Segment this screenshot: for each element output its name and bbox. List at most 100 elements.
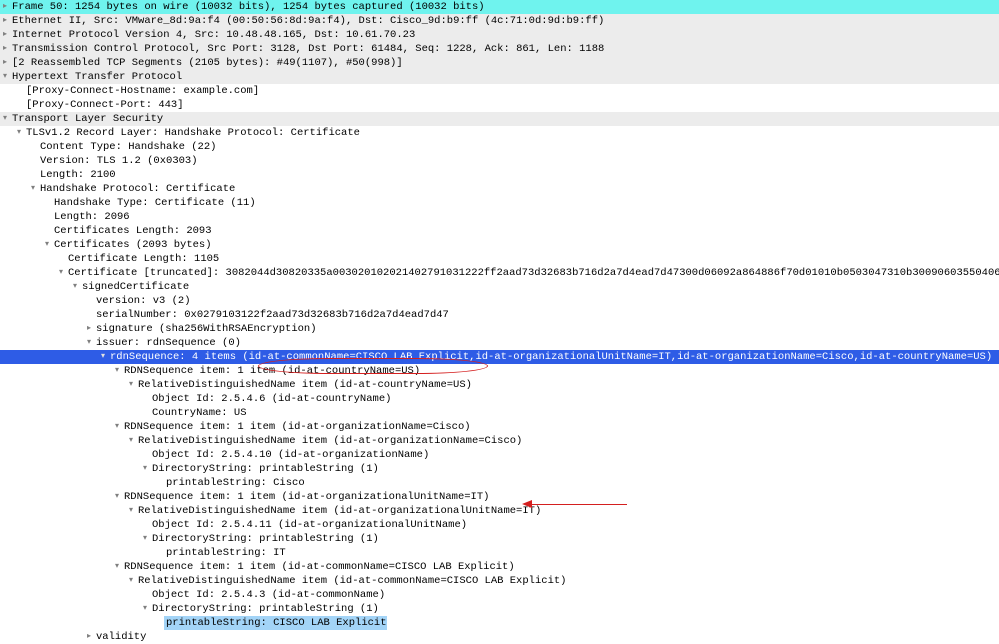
expand-icon[interactable] bbox=[0, 56, 10, 70]
collapse-icon[interactable] bbox=[126, 378, 136, 392]
rdn-item-row[interactable]: RDNSequence item: 1 item (id-at-organiza… bbox=[0, 420, 999, 434]
collapse-icon[interactable] bbox=[0, 70, 10, 84]
printable-string-row[interactable]: printableString: IT bbox=[0, 546, 999, 560]
ip-row[interactable]: Internet Protocol Version 4, Src: 10.48.… bbox=[0, 28, 999, 42]
directory-string-row[interactable]: DirectoryString: printableString (1) bbox=[0, 532, 999, 546]
rdn-name-row[interactable]: RelativeDistinguishedName item (id-at-co… bbox=[0, 574, 999, 588]
version-text: Version: TLS 1.2 (0x0303) bbox=[38, 154, 198, 168]
country-name-row[interactable]: CountryName: US bbox=[0, 406, 999, 420]
rdn-item-row[interactable]: RDNSequence item: 1 item (id-at-commonNa… bbox=[0, 560, 999, 574]
tls-row[interactable]: Transport Layer Security bbox=[0, 112, 999, 126]
rdn-name-row[interactable]: RelativeDistinguishedName item (id-at-co… bbox=[0, 378, 999, 392]
spacer-icon bbox=[14, 84, 24, 98]
rdnsequence-text: rdnSequence: 4 items (id-at-commonName=C… bbox=[108, 350, 992, 364]
collapse-icon[interactable] bbox=[84, 336, 94, 350]
certificates-row[interactable]: Certificates (2093 bytes) bbox=[0, 238, 999, 252]
rdn-item-text: RDNSequence item: 1 item (id-at-organiza… bbox=[122, 420, 471, 434]
expand-icon[interactable] bbox=[84, 322, 94, 336]
collapse-icon[interactable] bbox=[140, 532, 150, 546]
length-row[interactable]: Length: 2100 bbox=[0, 168, 999, 182]
rdnsequence-row[interactable]: rdnSequence: 4 items (id-at-commonName=C… bbox=[0, 350, 999, 364]
collapse-icon[interactable] bbox=[70, 280, 80, 294]
handshake-protocol-row[interactable]: Handshake Protocol: Certificate bbox=[0, 182, 999, 196]
rdn-item-row[interactable]: RDNSequence item: 1 item (id-at-countryN… bbox=[0, 364, 999, 378]
collapse-icon[interactable] bbox=[140, 462, 150, 476]
object-id-row[interactable]: Object Id: 2.5.4.3 (id-at-commonName) bbox=[0, 588, 999, 602]
tcp-text: Transmission Control Protocol, Src Port:… bbox=[10, 42, 604, 56]
collapse-icon[interactable] bbox=[42, 238, 52, 252]
http-row[interactable]: Hypertext Transfer Protocol bbox=[0, 70, 999, 84]
tls-record-row[interactable]: TLSv1.2 Record Layer: Handshake Protocol… bbox=[0, 126, 999, 140]
collapse-icon[interactable] bbox=[126, 574, 136, 588]
collapse-icon[interactable] bbox=[28, 182, 38, 196]
cert-version-row[interactable]: version: v3 (2) bbox=[0, 294, 999, 308]
expand-icon[interactable] bbox=[0, 28, 10, 42]
ip-text: Internet Protocol Version 4, Src: 10.48.… bbox=[10, 28, 415, 42]
object-id-row[interactable]: Object Id: 2.5.4.10 (id-at-organizationN… bbox=[0, 448, 999, 462]
collapse-icon[interactable] bbox=[112, 490, 122, 504]
frame-summary: Frame 50: 1254 bytes on wire (10032 bits… bbox=[10, 0, 485, 14]
collapse-icon[interactable] bbox=[14, 126, 24, 140]
printable-string-text: printableString: Cisco bbox=[164, 476, 305, 490]
spacer-icon bbox=[42, 224, 52, 238]
spacer-icon bbox=[28, 168, 38, 182]
certs-length-row[interactable]: Certificates Length: 2093 bbox=[0, 224, 999, 238]
frame-summary-row[interactable]: Frame 50: 1254 bytes on wire (10032 bits… bbox=[0, 0, 999, 14]
version-row[interactable]: Version: TLS 1.2 (0x0303) bbox=[0, 154, 999, 168]
expand-icon[interactable] bbox=[0, 0, 10, 14]
handshake-type-row[interactable]: Handshake Type: Certificate (11) bbox=[0, 196, 999, 210]
directory-string-text: DirectoryString: printableString (1) bbox=[150, 602, 379, 616]
signature-row[interactable]: signature (sha256WithRSAEncryption) bbox=[0, 322, 999, 336]
spacer-icon bbox=[140, 588, 150, 602]
tls-record-text: TLSv1.2 Record Layer: Handshake Protocol… bbox=[24, 126, 360, 140]
issuer-row[interactable]: issuer: rdnSequence (0) bbox=[0, 336, 999, 350]
expand-icon[interactable] bbox=[0, 14, 10, 28]
collapse-icon[interactable] bbox=[112, 364, 122, 378]
ethernet-row[interactable]: Ethernet II, Src: VMware_8d:9a:f4 (00:50… bbox=[0, 14, 999, 28]
length-text: Length: 2100 bbox=[38, 168, 116, 182]
spacer-icon bbox=[14, 98, 24, 112]
collapse-icon[interactable] bbox=[98, 350, 108, 364]
spacer-icon bbox=[42, 210, 52, 224]
collapse-icon[interactable] bbox=[126, 504, 136, 518]
content-type-row[interactable]: Content Type: Handshake (22) bbox=[0, 140, 999, 154]
reassembled-row[interactable]: [2 Reassembled TCP Segments (2105 bytes)… bbox=[0, 56, 999, 70]
directory-string-row[interactable]: DirectoryString: printableString (1) bbox=[0, 462, 999, 476]
signed-cert-row[interactable]: signedCertificate bbox=[0, 280, 999, 294]
rdn-name-text: RelativeDistinguishedName item (id-at-or… bbox=[136, 434, 522, 448]
collapse-icon[interactable] bbox=[56, 266, 66, 280]
serial-row[interactable]: serialNumber: 0x0279103122f2aad73d32683b… bbox=[0, 308, 999, 322]
printable-string-row[interactable]: printableString: Cisco bbox=[0, 476, 999, 490]
object-id-row[interactable]: Object Id: 2.5.4.6 (id-at-countryName) bbox=[0, 392, 999, 406]
expand-icon[interactable] bbox=[0, 42, 10, 56]
http-header-row[interactable]: [Proxy-Connect-Hostname: example.com] bbox=[0, 84, 999, 98]
validity-row[interactable]: validity bbox=[0, 630, 999, 644]
directory-string-row[interactable]: DirectoryString: printableString (1) bbox=[0, 602, 999, 616]
collapse-icon[interactable] bbox=[112, 420, 122, 434]
rdn-name-row[interactable]: RelativeDistinguishedName item (id-at-or… bbox=[0, 434, 999, 448]
object-id-text: Object Id: 2.5.4.6 (id-at-countryName) bbox=[150, 392, 391, 406]
hs-length-text: Length: 2096 bbox=[52, 210, 130, 224]
collapse-icon[interactable] bbox=[112, 560, 122, 574]
spacer-icon bbox=[154, 616, 164, 630]
spacer-icon bbox=[140, 406, 150, 420]
expand-icon[interactable] bbox=[84, 630, 94, 644]
rdn-name-row[interactable]: RelativeDistinguishedName item (id-at-or… bbox=[0, 504, 999, 518]
signature-text: signature (sha256WithRSAEncryption) bbox=[94, 322, 317, 336]
tls-text: Transport Layer Security bbox=[10, 112, 163, 126]
http-header-row[interactable]: [Proxy-Connect-Port: 443] bbox=[0, 98, 999, 112]
cert-length-row[interactable]: Certificate Length: 1105 bbox=[0, 252, 999, 266]
printable-string-row[interactable]: printableString: CISCO LAB Explicit bbox=[0, 616, 999, 630]
collapse-icon[interactable] bbox=[140, 602, 150, 616]
collapse-icon[interactable] bbox=[126, 434, 136, 448]
tcp-row[interactable]: Transmission Control Protocol, Src Port:… bbox=[0, 42, 999, 56]
hs-length-row[interactable]: Length: 2096 bbox=[0, 210, 999, 224]
collapse-icon[interactable] bbox=[0, 112, 10, 126]
spacer-icon bbox=[140, 518, 150, 532]
cert-truncated-row[interactable]: Certificate [truncated]: 3082044d3082033… bbox=[0, 266, 999, 280]
object-id-row[interactable]: Object Id: 2.5.4.11 (id-at-organizationa… bbox=[0, 518, 999, 532]
ethernet-text: Ethernet II, Src: VMware_8d:9a:f4 (00:50… bbox=[10, 14, 604, 28]
rdn-item-row[interactable]: RDNSequence item: 1 item (id-at-organiza… bbox=[0, 490, 999, 504]
http-text: Hypertext Transfer Protocol bbox=[10, 70, 182, 84]
cert-truncated-text: Certificate [truncated]: 3082044d3082033… bbox=[66, 266, 999, 280]
